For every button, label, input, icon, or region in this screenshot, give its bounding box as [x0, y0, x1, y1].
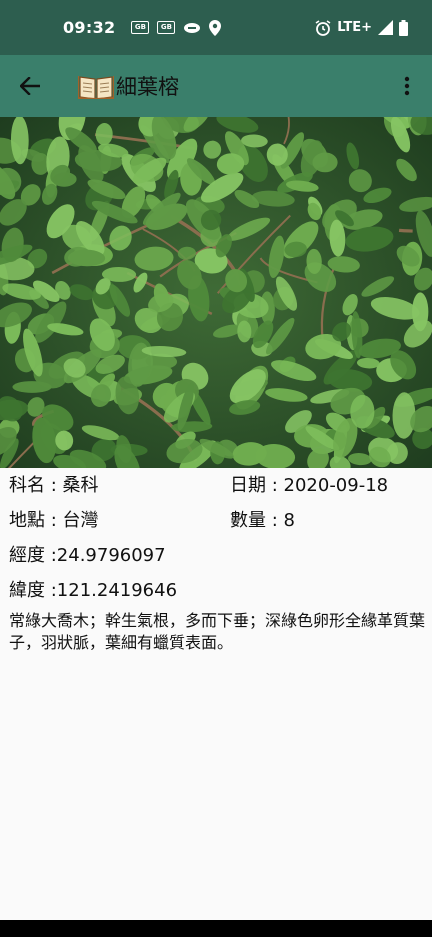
plant-photo — [0, 117, 432, 468]
open-book-icon — [78, 76, 114, 99]
navigation-bar — [0, 920, 432, 937]
battery-icon — [399, 19, 408, 36]
leaf-shape — [12, 381, 52, 393]
network-type: LTE+ — [337, 20, 372, 35]
location-pin-icon — [209, 19, 222, 36]
page-title: 細葉榕 — [116, 75, 179, 99]
notification-icons: GB GB — [131, 19, 222, 36]
alarm-icon — [315, 19, 331, 36]
latitude-label: 緯度 :121.2419646 — [9, 580, 178, 601]
overflow-menu-button[interactable] — [382, 55, 432, 117]
family-label: 科名 : 桑科 — [9, 475, 99, 496]
link-icon — [184, 22, 201, 33]
title-group: 細葉榕 — [78, 71, 179, 101]
longitude-label: 經度 :24.9796097 — [9, 545, 166, 566]
description-text: 常綠大喬木；幹生氣根，多而下垂；深綠色卵形全緣革質葉子，羽狀脈，葉細有蠟質表面。 — [9, 611, 426, 652]
back-button[interactable] — [0, 55, 60, 117]
date-label: 日期 : 2020-09-18 — [230, 475, 389, 496]
signal-icon — [378, 20, 393, 35]
more-vert-icon — [404, 76, 410, 96]
branch-shape — [398, 228, 413, 233]
quantity-label: 數量 : 8 — [230, 510, 295, 531]
status-time: 09:32 — [63, 18, 116, 37]
location-label: 地點 : 台灣 — [9, 510, 99, 531]
system-status-icons: LTE+ — [315, 19, 408, 36]
notification-badge-icon: GB — [157, 21, 176, 34]
app-bar: 細葉榕 — [0, 55, 432, 117]
status-bar: 09:32 GB GB LTE+ — [0, 0, 432, 55]
arrow-left-icon — [20, 77, 40, 95]
plant-photo-image — [0, 117, 432, 468]
notification-badge-icon: GB — [131, 21, 150, 34]
